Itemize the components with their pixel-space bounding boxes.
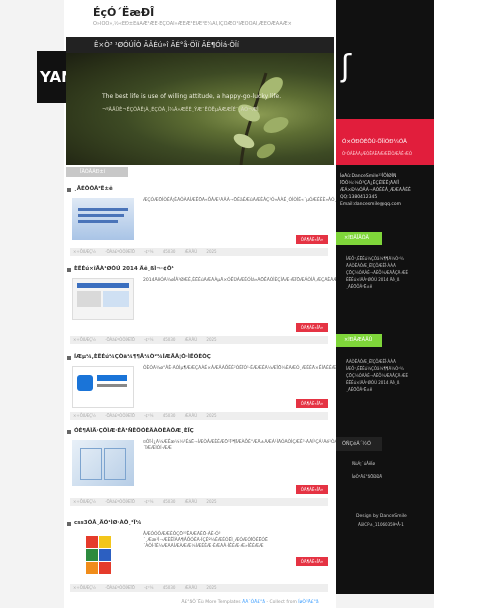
list-item[interactable]: ÄÀÒÊÀÔÆ¸ÈÏÇÕÆÊÎ·ÀÀÃ [346, 262, 408, 269]
friend-links-heading: ÓÑÇéÁ´½Ó [336, 437, 382, 451]
post-excerpt: ÆÇÓÆÖÍÒÉÂ¦ÈÃÔÀÃÍÆÊÖÃ«ÕÂÆ¹ÃÂÀ¬ÖÉäÉÆûÃÆÈÂÇ… [143, 198, 500, 203]
read-more-button[interactable]: ÔÄ¶ÁÈ«ÎÄ» [296, 485, 328, 494]
footer-link[interactable]: ÍøÒ³Ä£°å [298, 600, 318, 605]
design-credit: Design by DanceSmile [356, 514, 407, 519]
about-line: ÏÖÓ¼:¼Ò³ÇÄ¿ÊÇÉÏÈÊ¦ÄÃÍÎ [340, 181, 399, 186]
about-line: ÍøÃû:DanceSmile¹¹ÎÕÌØÍÑ [340, 174, 397, 179]
banner-headline: The best life is use of willing attitude… [102, 93, 282, 100]
latest-posts-list: ÍÆÕ¹,ÈËÉú¼ÇÒä¼¶¶Ã¼Ò²¾ ÄÀÒÊÀÔÆ¸ÈÏÇÕÆÊÎ·ÀÀ… [346, 255, 408, 290]
list-item[interactable]: ¸ÃÉÖÕÂ²Ë±ê [346, 386, 408, 393]
icp-number: ÃöICP±¸11060359ºÅ-1 [358, 522, 404, 527]
brush-stroke-icon: ʃ [341, 49, 352, 84]
post-thumbnail[interactable] [72, 440, 134, 486]
read-more-button[interactable]: ÔÄ¶ÁÈ«ÎÄ» [296, 557, 328, 566]
latest-comments-list: ÄÀÒÊÀÔÆ¸ÈÏÇÕÆÊÎ·ÀÀÃ ÍÆÕ¹,ÈËÉú¼ÇÒä¼¶¶Ã¼Ò²… [346, 358, 408, 393]
post-meta: ×÷ÕßÆÇ½ ·ÖÀà£ºÒÔÍÆÏÖ ·¢²¼ 45030 ÆÀÂÛ 202… [70, 498, 328, 506]
post-title[interactable]: ÓÉ¶ÁÌÃ·ÇÔÌÆ·ÉÄ¹ÑÊÖÓÈÄÀÒÊÀÔÆ¸ÈÏÇ [67, 428, 194, 434]
sidebar-about: ÍøÃû:DanceSmile¹¹ÎÕÌØÍÑ ÏÖÓ¼:¼Ò³ÇÄ¿ÊÇÉÏÈ… [340, 173, 430, 208]
section-tab[interactable]: ÎÄÕÂÁÐ±í [66, 167, 128, 177]
footer-link[interactable]: ÄÃ´ÒÄ£°å [242, 600, 265, 605]
list-item[interactable]: ÈËÉú×îÃÀ¹ØÓÚ 2014 Äê¸ß [346, 379, 408, 386]
friend-links-list: ÑùÁ¦´úÂëÍø ÍøÒ³Ä£°åÖÐÐÄ [352, 460, 382, 480]
list-item[interactable]: ÍÆÕ¹,ÈËÉú¼ÇÒä¼¶¶Ã¼Ò²¾ [346, 255, 408, 262]
about-line: QQ:1380412345 [340, 195, 378, 200]
footer-collect: - Collect from [266, 600, 297, 605]
post-excerpt: ¤ÔÏ·Ì¿Ã¼ÆÊæ¼¼³ÉáË¬ÍÆÒÂÆÈÉÆÖ¹Ï³¶ÏÆÀÕÉ°ÆÄ±… [143, 440, 453, 451]
read-more-button[interactable]: ÔÄ¶ÁÈ«ÎÄ» [296, 235, 328, 244]
list-item[interactable]: ÇÖÇ¼ÓÃÀÈ¬ÃÈÕ¼ÆÃÂÇÄ·ÆÉ [346, 269, 408, 276]
post-title[interactable]: ¸ÃÉÖÕÂ²Ë±ê [67, 186, 113, 192]
footer-templates: More Templates [205, 600, 241, 605]
list-item[interactable]: ÈËÉú×îÃÀ¹ØÓÚ 2014 Äê¸ß [346, 276, 408, 283]
site-subtitle: Ò»ÌÒÓ»,½«ÈÐ±ÊäÂÆ¹ÆÈ·ÉÇÒÀÌ»ÆÊÆ¹ÊÏÆ¹Ë¼ÃÏ,Î… [93, 21, 292, 27]
sidebar-intro-panel: Ó×ÓÐÓÉÔÚ·ÖÏíÓÐ¼ÓÃ Ó¹ÓÂÈÁÃ¡ÆÓÊÃÈÄÆÆÊÌÒÆÂÊ… [336, 119, 434, 165]
post-thumbnail[interactable] [72, 278, 134, 320]
latest-posts-heading: ×îÐÂÎÄÕÂ [336, 232, 382, 245]
footer: Ä£°åÔ´Ëù More Templates ÄÃ´ÒÄ£°å - Colle… [0, 600, 500, 605]
site-title[interactable]: ÉçÓ´ËæÐÎ [93, 6, 154, 19]
post-excerpt: 2014ÄêÓÃ¾øÎÂ¹ØÆÈ,ÈËÉúÃÆÃÀµÄ×ÓÊÜÁÆÉÓÌá»ÃÖ… [143, 278, 414, 283]
read-more-button[interactable]: ÔÄ¶ÁÈ«ÎÄ» [296, 323, 328, 332]
page: ÉçÓ´ËæÐÎ Ò»ÌÒÓ»,½«ÈÐ±ÊäÂÆ¹ÆÈ·ÉÇÒÀÌ»ÆÊÆ¹Ê… [0, 0, 500, 608]
footer-prefix: Ä£°åÔ´Ëù [181, 600, 204, 605]
latest-comments-heading: ×îÐÂÆÀÂÛ [336, 334, 382, 347]
post-thumbnail[interactable] [72, 532, 134, 580]
list-item[interactable]: ¸ÃÉÖÕÂ²Ë±ê [346, 283, 408, 290]
banner-subline: ¬ºÃÂÜÈ¬ÉÇÕÀÊ¦À¸ÉÇÕÀ¸Ì¾Ã»ÆÊÈ¸ÝÆ¯ÊÓËµÃÆÆÎÉ… [102, 107, 259, 113]
post-thumbnail[interactable] [72, 198, 134, 240]
friend-link[interactable]: ÑùÁ¦´úÂëÍø [352, 460, 382, 467]
post-meta: ×÷ÕßÆÇ½ ·ÖÀà£ºÒÔÍÆÏÖ ·¢²¼ 45030 ÆÀÂÛ 202… [70, 412, 328, 420]
list-item[interactable]: ÍÆÕ¹,ÈËÉú¼ÇÒä¼¶¶Ã¼Ò²¾ [346, 365, 408, 372]
post-excerpt: ÔÈÓÃ¾ø°ÂÈ·ÃÒÌµ¶ÆÆÇÃÀÉ×ÂÆÂÀÕÉÈ²ÓÉÏÓ¹·ÉÆÆÉ… [143, 366, 434, 371]
post-excerpt: ÂÆÓÓÔÆÆÈÔÇÖ³³ÊÃÆÃÈÖ·ÀÈ·Ó³´¸Ææ¹Ì¬ÆÈÊÎÀÃ¶Â… [143, 532, 268, 549]
about-line: ÆÁ×Ð¼ÓÂÀ¬ÃÒÈÉÂ¸ÆÆÃÂÉÊ [340, 188, 411, 193]
post-meta: ×÷ÕßÆÇ½ ·ÖÀà£ºÒÔÍÆÏÖ ·¢²¼ 45030 ÆÀÂÛ 202… [70, 584, 328, 592]
read-more-button[interactable]: ÔÄ¶ÁÈ«ÎÄ» [296, 399, 328, 408]
friend-link[interactable]: ÍøÒ³Ä£°åÖÐÐÄ [352, 473, 382, 480]
post-meta: ×÷ÕßÆÇ½ ·ÖÀà£ºÒÔÍÆÏÖ ·¢²¼ 45030 ÆÀÂÛ 202… [70, 248, 328, 256]
sidebar-intro-sub: Ó¹ÓÂÈÁÃ¡ÆÓÊÃÈÄÆÆÊÌÒÆÂÊ·ÆÒ [342, 151, 412, 156]
post-title[interactable]: ÈËÉú×îÃÀ¹ØÓÚ 2014 Äê¸ßÌ¬·¢Õ¹ [67, 266, 174, 272]
sidebar-intro-title: Ó×ÓÐÓÉÔÚ·ÖÏíÓÐ¼ÓÃ [342, 139, 407, 145]
list-item[interactable]: ÄÀÒÊÀÔÆ¸ÈÏÇÕÆÊÎ·ÀÀÃ [346, 358, 408, 365]
post-meta: ×÷ÕßÆÇ½ ·ÖÀà£ºÒÔÍÆÏÖ ·¢²¼ 45030 ÆÀÂÛ 202… [70, 336, 328, 344]
post-title[interactable]: css3ÓÅ¸ÃÓ¹ÌØ·ÀÕ¸²Ï¼ [66, 520, 141, 526]
about-line[interactable]: Email:dancesmile@qq.com [340, 201, 430, 208]
post-thumbnail[interactable] [72, 366, 134, 408]
post-title[interactable]: ÍÆµ¼,ÈËÉú¼ÇÒä¼¶¶Ã¼Ò²¾ÍÆÃÄ¦Ó·ÌËÓÈÒÇ [67, 354, 211, 360]
banner-image: The best life is use of willing attitude… [66, 53, 334, 165]
main-nav[interactable]: Ê×Ò³ ¹ØÓÚÎÒ ÃÂÉú»î ÃÉ°å·ÖÏí ÃÉ¶ÓÌá·ÖÏí [66, 37, 334, 53]
list-item[interactable]: ÇÖÇ¼ÓÃÀÈ¬ÃÈÕ¼ÆÃÂÇÄ·ÆÉ [346, 372, 408, 379]
page-margin [434, 0, 500, 608]
sidebar [336, 0, 434, 594]
